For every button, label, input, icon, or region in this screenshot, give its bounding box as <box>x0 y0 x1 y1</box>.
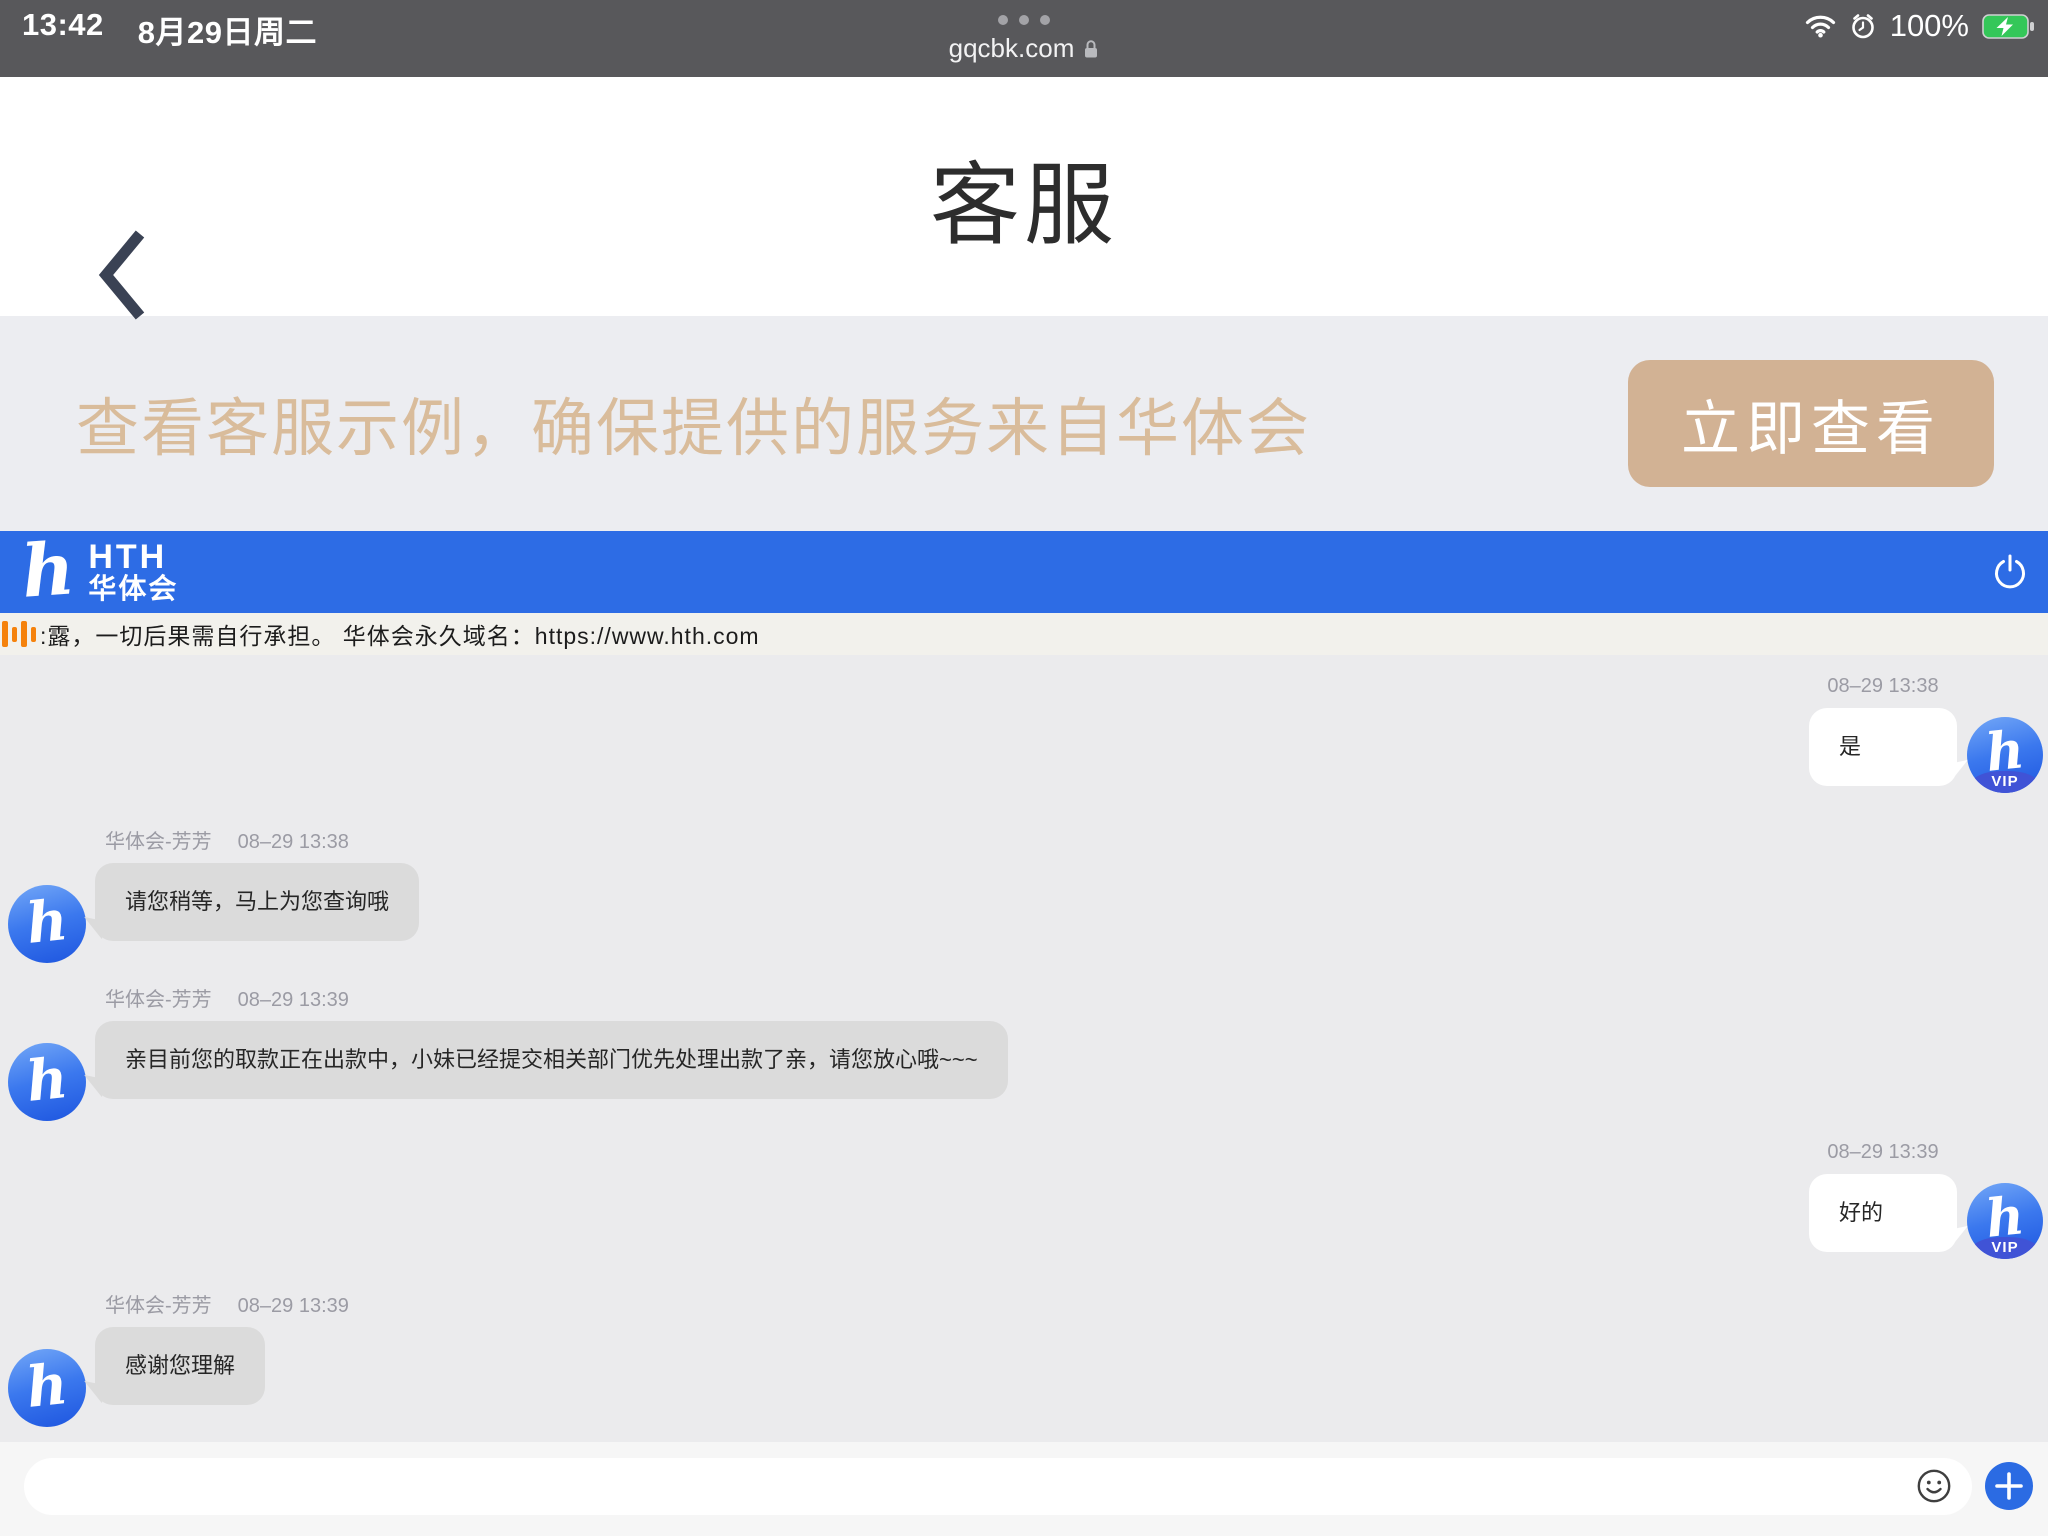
status-bar: 13:42 8月29日周二 gqcbk.com <box>0 0 2048 77</box>
agent-name: 华体会-芳芳 <box>105 987 212 1013</box>
wifi-icon <box>1805 14 1836 38</box>
add-attachment-button[interactable] <box>1985 1462 2033 1510</box>
message-bubble: 感谢您理解 <box>95 1327 265 1405</box>
chat-message-outgoing: 08–29 13:39 好的 h VIP <box>8 1139 2043 1259</box>
chat-message-incoming: 华体会-芳芳 08–29 13:39 h 亲目前您的取款正在出款中，小妹已经提交… <box>8 987 2043 1121</box>
message-bubble: 是 <box>1809 708 1957 786</box>
url-text: gqcbk.com <box>949 33 1075 64</box>
status-right: 100% <box>1805 8 2034 44</box>
agent-name: 华体会-芳芳 <box>105 1293 212 1319</box>
page-dots-icon <box>998 15 1050 25</box>
avatar-h-mark: h <box>8 1043 86 1117</box>
message-input[interactable] <box>24 1458 1972 1515</box>
battery-percent: 100% <box>1890 8 1969 44</box>
agent-avatar: h <box>8 1349 86 1427</box>
agent-name: 华体会-芳芳 <box>105 829 212 855</box>
hth-logo-mark: h <box>20 533 77 606</box>
message-bubble: 请您稍等，马上为您查询哦 <box>95 863 419 941</box>
avatar-h-mark: h <box>8 1349 86 1423</box>
alarm-icon <box>1849 12 1877 40</box>
lock-icon <box>1083 39 1099 59</box>
view-now-button[interactable]: 立即查看 <box>1628 360 1994 487</box>
announcement-bar: :露，一切后果需自行承担。 华体会永久域名：https://www.hth.co… <box>0 613 2048 655</box>
power-icon[interactable] <box>1990 552 2030 592</box>
battery-icon <box>1982 14 2034 39</box>
agent-avatar: h <box>8 885 86 963</box>
plus-icon <box>1985 1462 2033 1510</box>
chat-message-incoming: 华体会-芳芳 08–29 13:39 h 感谢您理解 <box>8 1293 2043 1427</box>
chat-message-incoming: 华体会-芳芳 08–29 13:38 h 请您稍等，马上为您查询哦 <box>8 829 2043 963</box>
emoji-icon[interactable] <box>1916 1468 1952 1504</box>
promo-message: 查看客服示例，确保提供的服务来自华体会 <box>76 378 1628 469</box>
chat-message-outgoing: 08–29 13:38 是 h VIP <box>8 673 2043 793</box>
message-bubble: 好的 <box>1809 1174 1957 1252</box>
url-bar[interactable]: gqcbk.com <box>949 33 1100 64</box>
hth-logo-name: HTH <box>88 540 178 574</box>
agent-avatar: h <box>8 1043 86 1121</box>
message-time: 08–29 13:38 <box>1827 673 1938 699</box>
customer-service-page: 13:42 8月29日周二 gqcbk.com <box>0 0 2048 1536</box>
message-composer <box>0 1442 2048 1536</box>
message-time: 08–29 13:38 <box>238 829 349 855</box>
page-header: 客服 <box>0 77 2048 316</box>
announcement-text: :露，一切后果需自行承担。 华体会永久域名：https://www.hth.co… <box>40 617 760 651</box>
hth-logo: h HTH 华体会 <box>22 539 178 605</box>
hth-logo-name-cn: 华体会 <box>88 574 178 604</box>
brand-bar: h HTH 华体会 <box>0 531 2048 613</box>
user-avatar: h VIP <box>1967 717 2043 793</box>
message-time: 08–29 13:39 <box>238 1293 349 1319</box>
message-time: 08–29 13:39 <box>1827 1139 1938 1165</box>
user-avatar: h VIP <box>1967 1183 2043 1259</box>
announcement-sound-icon <box>2 621 36 647</box>
page-title: 客服 <box>0 77 2048 316</box>
status-center: gqcbk.com <box>0 0 2048 64</box>
avatar-h-mark: h <box>8 885 86 959</box>
message-time: 08–29 13:39 <box>238 987 349 1013</box>
message-bubble: 亲目前您的取款正在出款中，小妹已经提交相关部门优先处理出款了亲，请您放心哦~~~ <box>95 1021 1008 1099</box>
promo-banner: 查看客服示例，确保提供的服务来自华体会 立即查看 <box>0 316 2048 531</box>
chat-area: 08–29 13:38 是 h VIP 华体会-芳芳 08–29 13:38 h… <box>0 655 2048 1442</box>
